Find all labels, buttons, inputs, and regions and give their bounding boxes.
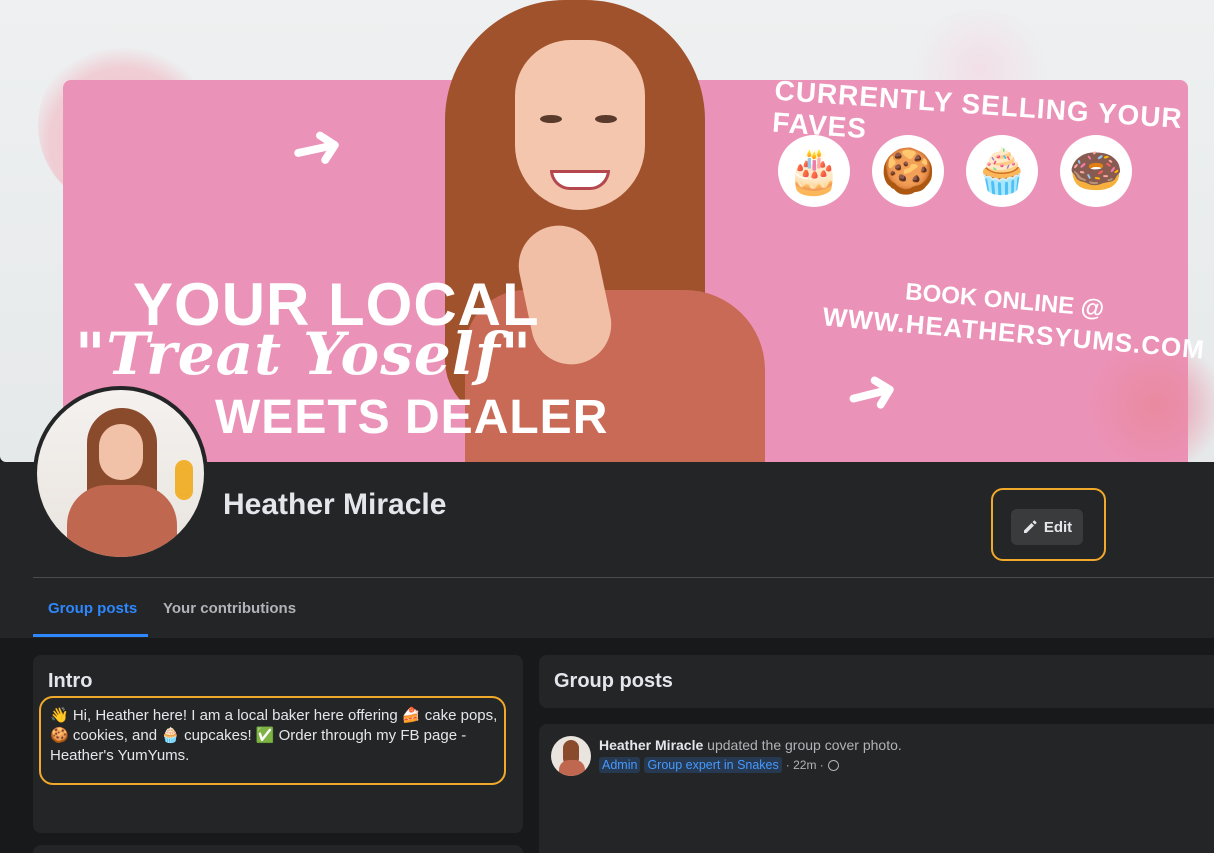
post-author-name[interactable]: Heather Miracle bbox=[599, 737, 703, 753]
edit-button-label: Edit bbox=[1043, 518, 1073, 536]
next-card bbox=[33, 845, 523, 853]
post-meta: Admin Group expert in Snakes · 22m · bbox=[599, 757, 839, 773]
header-divider bbox=[33, 577, 1214, 578]
cupcake-icon: 🧁 bbox=[966, 135, 1038, 207]
cookie-icon: 🍪 bbox=[872, 135, 944, 207]
profile-name: Heather Miracle bbox=[223, 488, 447, 521]
intro-bio-text: 👋 Hi, Heather here! I am a local baker h… bbox=[50, 707, 498, 764]
cover-tagline-3: WEETS DEALER bbox=[215, 391, 609, 444]
cover-treat-icons: 🎂 🍪 🧁 🍩 bbox=[778, 135, 1132, 207]
pencil-icon bbox=[1023, 520, 1037, 533]
post-author-avatar[interactable] bbox=[551, 736, 591, 776]
tab-your-contributions[interactable]: Your contributions bbox=[163, 600, 296, 617]
active-tab-indicator bbox=[33, 634, 148, 637]
tab-group-posts[interactable]: Group posts bbox=[48, 600, 137, 617]
admin-badge[interactable]: Admin bbox=[599, 757, 641, 773]
group-posts-title: Group posts bbox=[554, 670, 673, 692]
intro-title: Intro bbox=[48, 670, 93, 692]
cake-icon: 🎂 bbox=[778, 135, 850, 207]
cover-photo[interactable]: ➜ YOUR LOCAL "Treat Yoself" WEETS DEALER… bbox=[0, 0, 1214, 462]
profile-avatar[interactable] bbox=[33, 386, 208, 561]
post-action-text: updated the group cover photo. bbox=[703, 737, 902, 753]
globe-icon bbox=[827, 759, 839, 771]
post-timestamp[interactable]: · 22m · bbox=[786, 758, 824, 772]
post-header: Heather Miracle updated the group cover … bbox=[599, 737, 902, 753]
cover-tagline-2: "Treat Yoself" bbox=[75, 320, 532, 388]
edit-button[interactable]: Edit bbox=[1011, 509, 1083, 545]
donut-icon: 🍩 bbox=[1060, 135, 1132, 207]
group-expert-badge[interactable]: Group expert in Snakes bbox=[644, 757, 782, 773]
